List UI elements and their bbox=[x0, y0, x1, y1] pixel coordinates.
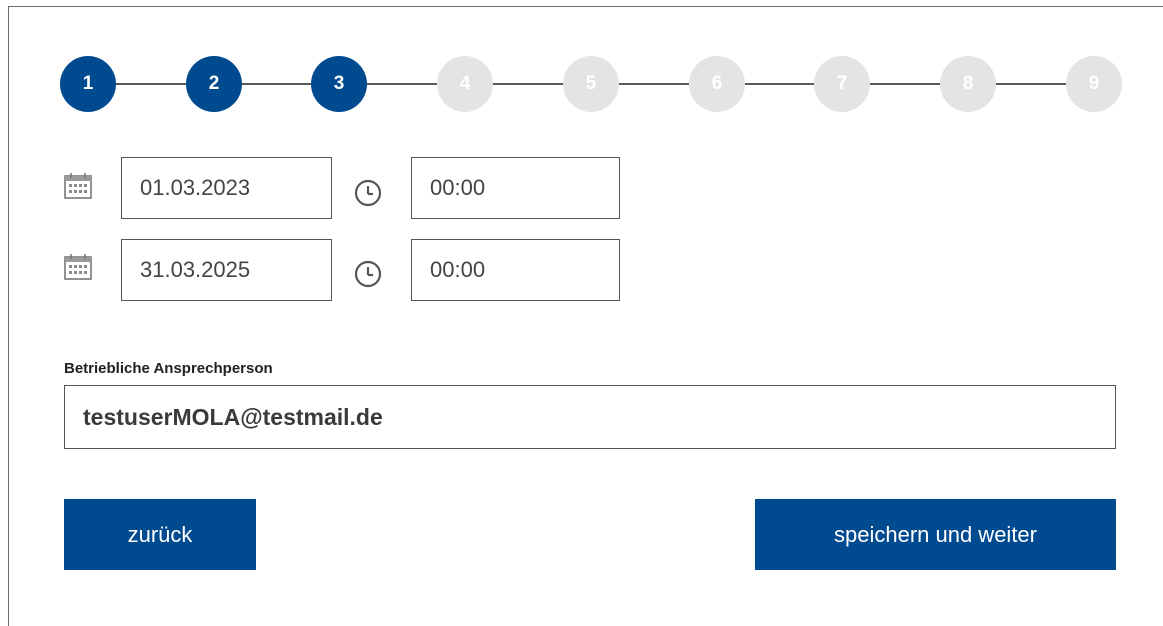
step-4: 4 bbox=[437, 56, 493, 112]
step-8: 8 bbox=[940, 56, 996, 112]
step-1[interactable]: 1 bbox=[60, 56, 116, 112]
contact-label: Betriebliche Ansprechperson bbox=[64, 360, 273, 377]
end-time-input[interactable]: 00:00 bbox=[411, 239, 620, 301]
step-3[interactable]: 3 bbox=[311, 56, 367, 112]
clock-icon[interactable] bbox=[353, 259, 383, 289]
step-7: 7 bbox=[814, 56, 870, 112]
back-button[interactable]: zurück bbox=[64, 499, 256, 570]
clock-icon[interactable] bbox=[353, 178, 383, 208]
contact-email-input[interactable]: testuserMOLA@testmail.de bbox=[64, 385, 1116, 449]
calendar-icon[interactable] bbox=[63, 252, 93, 282]
progress-stepper: 1 2 3 4 5 6 7 8 9 bbox=[60, 56, 1124, 112]
start-date-input[interactable]: 01.03.2023 bbox=[121, 157, 332, 219]
start-time-input[interactable]: 00:00 bbox=[411, 157, 620, 219]
end-date-input[interactable]: 31.03.2025 bbox=[121, 239, 332, 301]
step-2[interactable]: 2 bbox=[186, 56, 242, 112]
step-9: 9 bbox=[1066, 56, 1122, 112]
calendar-icon[interactable] bbox=[63, 171, 93, 201]
step-6: 6 bbox=[689, 56, 745, 112]
save-and-continue-button[interactable]: speichern und weiter bbox=[755, 499, 1116, 570]
step-5: 5 bbox=[563, 56, 619, 112]
